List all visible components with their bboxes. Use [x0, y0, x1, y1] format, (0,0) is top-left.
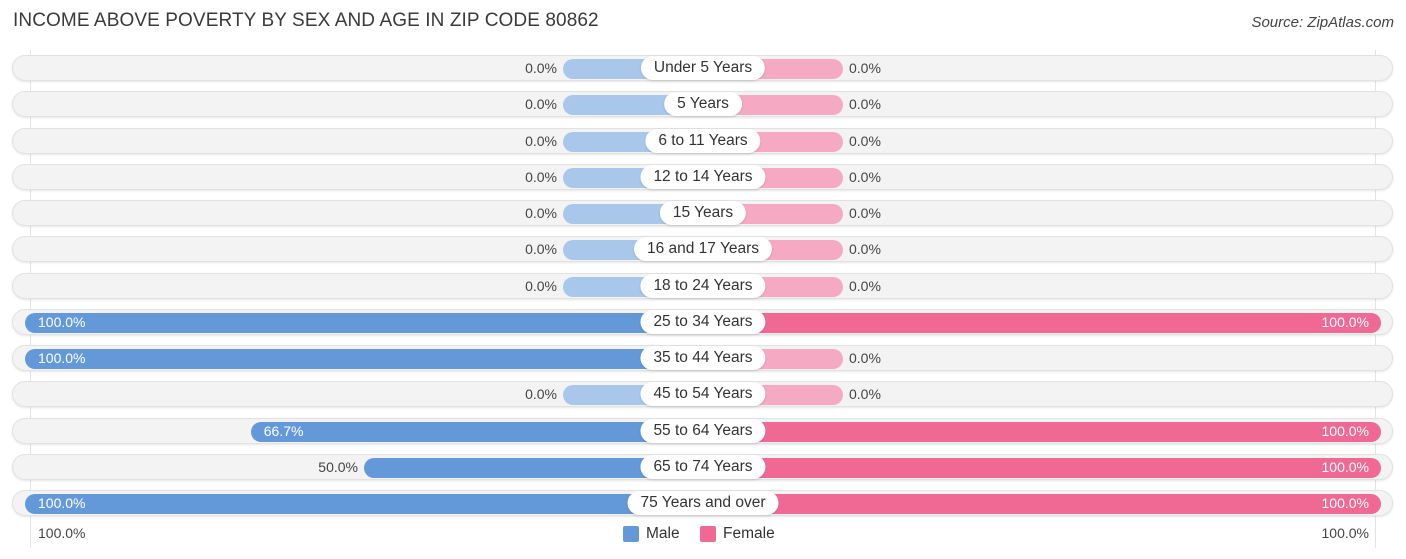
chart-row: 100.0% 100.0% 25 to 34 Years [12, 308, 1393, 335]
chart-row: 0.0% 0.0% 5 Years [12, 91, 1393, 118]
chart-row: 100.0% 100.0% 75 Years and over [12, 490, 1393, 516]
value-label-female: 0.0% [849, 168, 881, 185]
bar-female[interactable] [703, 494, 1381, 514]
chart-row: 0.0% 0.0% 18 to 24 Years [12, 272, 1393, 299]
value-label-female: 100.0% [1321, 495, 1369, 511]
value-label-male: 66.7% [263, 422, 304, 439]
category-label: 45 to 54 Years [640, 382, 766, 407]
category-label: 35 to 44 Years [640, 346, 766, 370]
category-label: 18 to 24 Years [640, 273, 766, 298]
legend: Male Female [0, 524, 1406, 544]
category-label: 65 to 74 Years [640, 454, 766, 479]
bar-female[interactable] [703, 421, 1381, 442]
chart-row: 100.0% 0.0% 35 to 44 Years [12, 345, 1393, 371]
value-label-male: 0.0% [525, 241, 557, 258]
chart-row: 0.0% 0.0% 45 to 54 Years [12, 381, 1393, 408]
bar-male[interactable] [250, 421, 703, 442]
category-label: 75 Years and over [627, 491, 779, 515]
value-label-male: 100.0% [38, 313, 86, 330]
axis-label-left: 100.0% [38, 525, 86, 541]
chart-row: 66.7% 100.0% 55 to 64 Years [12, 417, 1393, 444]
value-label-male: 100.0% [38, 495, 86, 511]
value-label-female: 100.0% [1321, 313, 1369, 330]
chart-row: 0.0% 0.0% 6 to 11 Years [12, 127, 1393, 154]
value-label-male: 0.0% [525, 386, 557, 403]
category-label: 12 to 14 Years [640, 164, 766, 189]
value-label-female: 0.0% [849, 96, 881, 113]
value-label-female: 100.0% [1321, 422, 1369, 439]
chart-row: 0.0% 0.0% 15 Years [12, 200, 1393, 226]
chart-rows: 0.0% 0.0% Under 5 Years 0.0% 0.0% 5 Years 0.0%… [0, 0, 1406, 559]
legend-label-male: Male [646, 525, 680, 542]
chart-row: 50.0% 100.0% 65 to 74 Years [12, 453, 1393, 480]
value-label-female: 0.0% [849, 60, 881, 76]
legend-label-female: Female [723, 525, 775, 542]
value-label-female: 0.0% [849, 350, 881, 366]
chart-row: 0.0% 0.0% 12 to 14 Years [12, 163, 1393, 190]
axis-label-right: 100.0% [1321, 525, 1369, 541]
bar-female[interactable] [703, 457, 1381, 478]
value-label-female: 0.0% [849, 205, 881, 221]
bar-male[interactable] [25, 349, 703, 369]
bar-male[interactable] [25, 494, 703, 514]
category-label: 16 and 17 Years [633, 237, 773, 262]
legend-swatch-female [700, 526, 716, 542]
category-label: 15 Years [659, 201, 747, 225]
bar-male[interactable] [25, 312, 703, 333]
value-label-male: 0.0% [525, 96, 557, 113]
value-label-male: 0.0% [525, 132, 557, 149]
value-label-female: 0.0% [849, 132, 881, 149]
category-label: 55 to 64 Years [640, 418, 766, 443]
value-label-female: 100.0% [1321, 458, 1369, 475]
value-label-female: 0.0% [849, 386, 881, 403]
value-label-male: 0.0% [525, 168, 557, 185]
chart-row: 0.0% 0.0% 16 and 17 Years [12, 236, 1393, 263]
value-label-male: 0.0% [525, 277, 557, 294]
value-label-female: 0.0% [849, 241, 881, 258]
bar-female[interactable] [703, 312, 1381, 333]
chart-row: 0.0% 0.0% Under 5 Years [12, 55, 1393, 81]
value-label-male: 100.0% [38, 350, 86, 366]
category-label: 6 to 11 Years [645, 128, 761, 153]
category-label: 25 to 34 Years [640, 309, 766, 334]
category-label: Under 5 Years [640, 56, 766, 80]
value-label-male: 0.0% [525, 60, 557, 76]
value-label-male: 0.0% [525, 205, 557, 221]
legend-swatch-male [623, 526, 639, 542]
category-label: 5 Years [664, 92, 742, 117]
value-label-female: 0.0% [849, 277, 881, 294]
value-label-male: 50.0% [318, 458, 358, 475]
